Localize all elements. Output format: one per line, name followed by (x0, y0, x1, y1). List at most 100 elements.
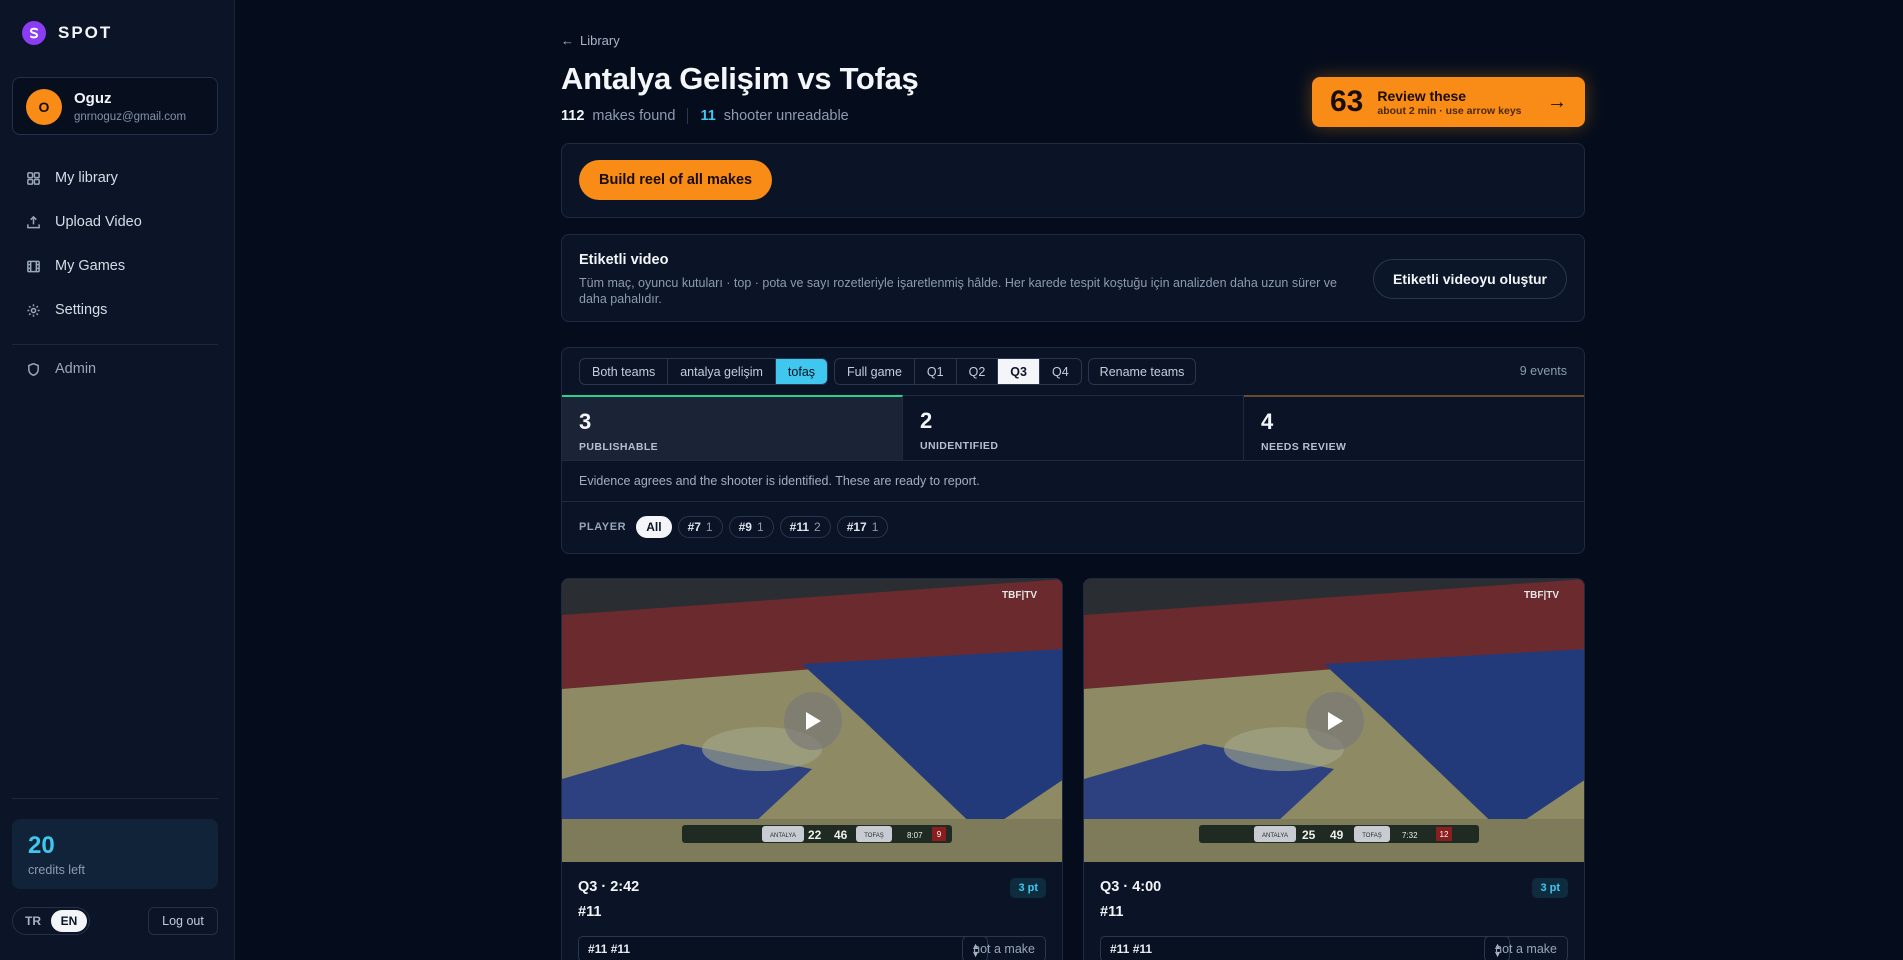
credits-label: credits left (28, 863, 85, 877)
language-option-en[interactable]: EN (51, 910, 87, 932)
period-filter-q4[interactable]: Q4 (1040, 359, 1081, 384)
nav-label: Settings (55, 302, 108, 318)
clip-card[interactable]: ANTALYA 25 49 TOFAŞ 7:32 12 TBF|TV Q3 · … (1083, 578, 1585, 960)
user-name: Oguz (74, 90, 112, 107)
nav-item-settings[interactable]: Settings (26, 302, 107, 318)
build-reel-button[interactable]: Build reel of all makes (579, 160, 773, 200)
shooter-select-value: #11 #11 (1110, 942, 1153, 956)
scoreboard-home-score: 22 (808, 828, 822, 842)
nav-label: My library (55, 170, 118, 186)
period-filter-q1[interactable]: Q1 (915, 359, 957, 384)
period-filter-q2[interactable]: Q2 (957, 359, 999, 384)
review-title: Review these (1377, 87, 1467, 104)
player-chip-number: #11 (789, 519, 810, 534)
clip-time: Q3 · 4:00 (1100, 879, 1162, 895)
shooter-select[interactable]: #11 #11 ▲ ▼ (1100, 936, 1510, 960)
team-filter-both[interactable]: Both teams (580, 359, 669, 384)
nav-label: Admin (55, 361, 97, 377)
nav-item-my-library[interactable]: My library (26, 170, 118, 186)
status-tabs: 3 PUBLISHABLE 2 UNIDENTIFIED 4 NEEDS REV… (562, 395, 1584, 461)
tagged-video-title: Etiketli video (579, 252, 669, 268)
tagged-video-panel: Etiketli video Tüm maç, oyuncu kutuları … (561, 234, 1585, 322)
player-chip[interactable]: #9 1 (728, 515, 774, 538)
watermark: TBF|TV (1524, 590, 1559, 601)
create-tagged-video-button[interactable]: Etiketli videoyu oluştur (1372, 259, 1567, 299)
play-button[interactable] (1306, 691, 1364, 750)
back-arrow-icon: ← (561, 33, 574, 48)
credits-count: 20 (28, 832, 55, 859)
not-a-make-button[interactable]: not a make (962, 936, 1046, 960)
review-count: 63 (1330, 85, 1364, 118)
clip-player: #11 (1100, 904, 1124, 920)
sidebar-divider (12, 344, 218, 345)
review-these-button[interactable]: 63 Review these about 2 min · use arrow … (1312, 77, 1585, 127)
unreadable-label: shooter unreadable (723, 108, 849, 124)
team-filter-tofas[interactable]: tofaş (775, 359, 828, 384)
clip-thumbnail[interactable]: ANTALYA 25 49 TOFAŞ 7:32 12 TBF|TV (1084, 579, 1584, 862)
not-a-make-button[interactable]: not a make (1484, 936, 1568, 960)
spot-logo-icon (22, 21, 46, 45)
points-badge: 3 pt (1532, 878, 1568, 898)
tab-unidentified[interactable]: 2 UNIDENTIFIED (903, 396, 1244, 460)
breadcrumb-back-link[interactable]: ← Library (561, 33, 620, 48)
player-chip-number: #9 (738, 519, 752, 534)
scoreboard-shot-clock: 12 (1440, 830, 1449, 839)
logout-button[interactable]: Log out (148, 907, 218, 935)
review-subtitle: about 2 min · use arrow keys (1377, 104, 1522, 117)
scoreboard-home-team: ANTALYA (1262, 833, 1288, 839)
shooter-select[interactable]: #11 #11 ▲ ▼ (578, 936, 988, 960)
player-chip[interactable]: #7 1 (677, 515, 723, 538)
watermark: TBF|TV (1002, 590, 1037, 601)
shooter-select-value: #11 #11 (588, 942, 631, 956)
play-button[interactable] (784, 691, 842, 750)
clip-player: #11 (578, 904, 602, 920)
arrow-right-icon: → (1547, 90, 1567, 113)
language-option-tr[interactable]: TR (15, 910, 51, 932)
nav-item-upload-video[interactable]: Upload Video (26, 214, 142, 230)
nav-label: My Games (55, 258, 126, 274)
tab-label: PUBLISHABLE (579, 441, 659, 453)
clip-thumbnail[interactable]: ANTALYA 22 46 TOFAŞ 8:07 9 TBF|TV (562, 579, 1062, 862)
events-count: 9 events (1519, 364, 1567, 378)
page-title: Antalya Gelişim vs Tofaş (561, 61, 919, 96)
scoreboard-home-score: 25 (1302, 828, 1316, 842)
build-reel-panel: Build reel of all makes (561, 143, 1585, 218)
scoreboard-away-team: TOFAŞ (864, 833, 884, 839)
player-chip-count: 2 (814, 519, 821, 534)
player-chip[interactable]: #11 2 (779, 515, 831, 538)
tagged-video-description: Tüm maç, oyuncu kutuları · top · pota ve… (579, 276, 1338, 306)
tab-count: 3 (579, 409, 592, 434)
tab-count: 4 (1261, 409, 1274, 434)
sidebar-divider (12, 798, 218, 799)
player-filter: PLAYER All #7 1 #9 1 #11 2 #17 1 (562, 501, 1584, 551)
scoreboard-away-score: 49 (1330, 828, 1344, 842)
grid-icon (27, 171, 40, 185)
tab-needs-review[interactable]: 4 NEEDS REVIEW (1244, 395, 1584, 460)
nav-label: Upload Video (55, 214, 142, 230)
clip-card[interactable]: ANTALYA 22 46 TOFAŞ 8:07 9 TBF|TV Q3 · 2… (561, 578, 1063, 960)
user-card[interactable]: O Oguz gnrnoguz@gmail.com (12, 77, 218, 135)
player-chip[interactable]: #17 1 (836, 515, 889, 538)
scoreboard-clock: 8:07 (907, 831, 923, 840)
credits-card: 20 credits left (12, 819, 218, 889)
nav-item-admin[interactable]: Admin (26, 361, 96, 377)
brand[interactable]: SPOT (22, 21, 112, 45)
nav-item-my-games[interactable]: My Games (26, 258, 125, 274)
player-chip-all[interactable]: All (636, 515, 672, 538)
filter-row: Both teams antalya gelişim tofaş Full ga… (579, 358, 1197, 385)
team-filter-antalya[interactable]: antalya gelişim (668, 359, 776, 384)
scoreboard-away-score: 46 (834, 828, 848, 842)
period-filter-q3[interactable]: Q3 (998, 359, 1040, 384)
player-filter-label: PLAYER (579, 520, 627, 533)
gear-icon (27, 303, 40, 317)
tab-count: 2 (920, 408, 933, 433)
points-badge: 3 pt (1010, 878, 1046, 898)
film-icon (27, 260, 40, 272)
period-filter: Full game Q1 Q2 Q3 Q4 (834, 358, 1082, 385)
tab-publishable[interactable]: 3 PUBLISHABLE (562, 395, 903, 460)
upload-icon (27, 215, 40, 228)
rename-teams-button[interactable]: Rename teams (1087, 358, 1197, 385)
player-chip-number: #17 (846, 519, 867, 534)
period-filter-full-game[interactable]: Full game (835, 359, 915, 384)
language-toggle[interactable]: TR EN (12, 907, 90, 935)
